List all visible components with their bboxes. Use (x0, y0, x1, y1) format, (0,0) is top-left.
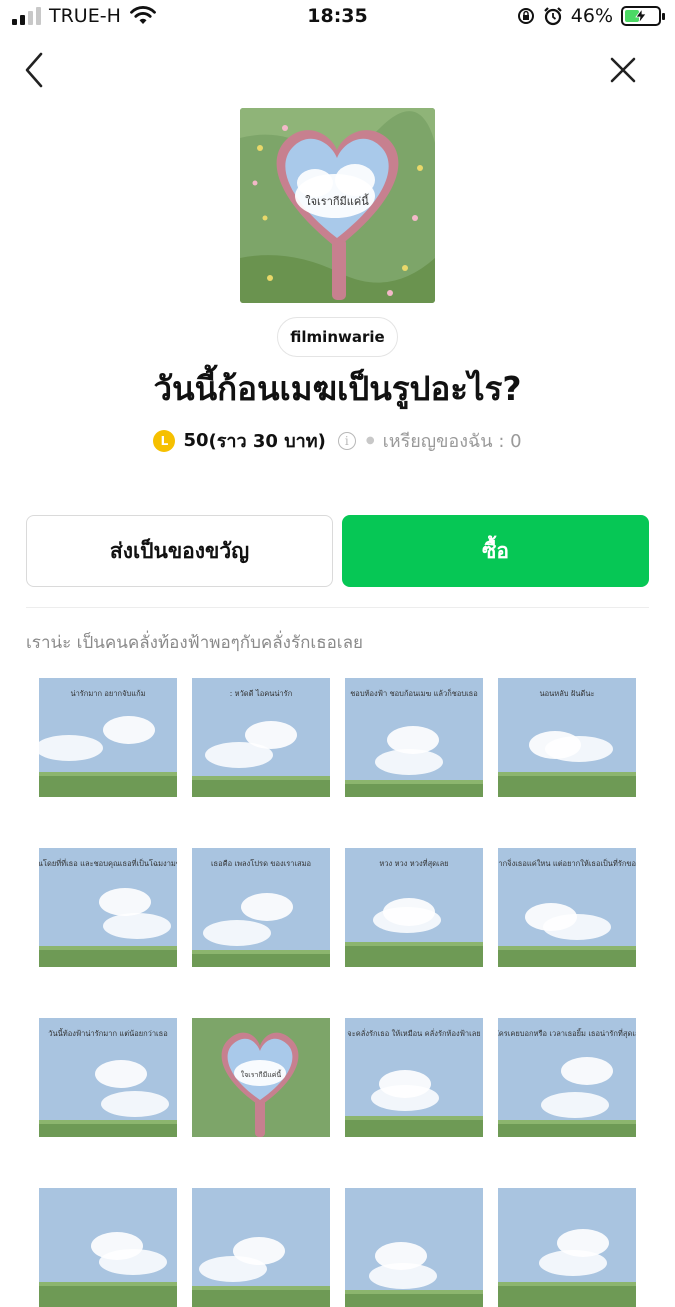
sticker-item[interactable]: ชอบท้องฟ้า ชอบก้อนเมฆ แล้วก็ชอบเธอ (345, 678, 483, 797)
price-value: 50 (183, 430, 209, 451)
close-button[interactable] (603, 50, 643, 90)
orientation-lock-icon (517, 8, 534, 24)
sticker-caption: : หวัดดี ไอคนน่ารัก (230, 689, 293, 698)
sticker-item[interactable] (39, 1188, 177, 1307)
buy-button[interactable]: ซื้อ (342, 515, 649, 587)
sticker-item[interactable] (345, 1188, 483, 1307)
sticker-caption: วันนี้ท้องฟ้าน่ารักมาก แต่น้อยกว่าเธอ (48, 1028, 167, 1038)
price-baht: (ราว 30 บาท) (208, 431, 326, 452)
sticker-item[interactable]: วันนี้ท้องฟ้าน่ารักมาก แต่น้อยกว่าเธอ (39, 1018, 177, 1137)
send-gift-button[interactable]: ส่งเป็นของขวัญ (26, 515, 333, 587)
chevron-left-icon (25, 52, 43, 88)
sticker-item[interactable]: ชอบคุณโดยที่ที่เธอ และชอบคุณเธอที่เป็นโฉ… (39, 848, 177, 967)
sticker-caption: มีใครเคยบอกหรือ เวลาเธอยิ้ม เธอน่ารักที่… (498, 1028, 636, 1038)
sticker-item[interactable]: จะคลั่งรักเธอ ให้เหมือน คลั่งรักท้องฟ้าเ… (345, 1018, 483, 1137)
product-description: เราน่ะ เป็นคนคลั่งท้องฟ้าพอๆกับคลั่งรักเ… (26, 633, 363, 653)
alarm-icon (543, 7, 562, 26)
sticker-item[interactable]: ใจเรากีมีแค่นี้ (192, 1018, 330, 1137)
sticker-caption: ชอบท้องฟ้า ชอบก้อนเมฆ แล้วก็ชอบเธอ (350, 688, 478, 698)
close-icon (610, 57, 636, 83)
sticker-item[interactable]: ถึงวันเราอยากจิ่งเธอแค่ใหน แต่อยากให้เธอ… (498, 848, 636, 967)
product-title: วันนี้ก้อนเมฆเป็นรูปอะไร? (153, 369, 522, 408)
sticker-item[interactable] (498, 1188, 636, 1307)
info-icon[interactable]: i (337, 431, 356, 450)
sticker-caption: ถึงวันเราอยากจิ่งเธอแค่ใหน แต่อยากให้เธอ… (498, 858, 636, 868)
sticker-caption: น่ารักมาก อยากจับแก้ม (70, 689, 145, 698)
sticker-item[interactable]: นอนหลับ ฝันดีนะ (498, 678, 636, 797)
sticker-caption: จะคลั่งรักเธอ ให้เหมือน คลั่งรักท้องฟ้าเ… (347, 1028, 480, 1038)
separator-dot: ● (365, 435, 375, 446)
my-coins-label: เหรียญของฉัน : 0 (382, 431, 522, 452)
divider (26, 607, 649, 608)
sticker-caption: เธอคือ เพลงโปรด ของเราเสมอ (211, 859, 311, 868)
sticker-item[interactable]: หวง หวง หวงที่สุดเลย (345, 848, 483, 967)
sticker-caption: ชอบคุณโดยที่ที่เธอ และชอบคุณเธอที่เป็นโฉ… (39, 858, 177, 868)
price-row: L 50 (ราว 30 บาท) i ● เหรียญของฉัน : 0 (0, 426, 675, 455)
battery-charging-icon (621, 6, 665, 26)
sticker-item[interactable] (192, 1188, 330, 1307)
sticker-caption: หวง หวง หวงที่สุดเลย (379, 858, 448, 868)
author-badge[interactable]: filminwarie (277, 317, 398, 357)
sticker-caption: นอนหลับ ฝันดีนะ (540, 689, 595, 698)
battery-percent: 46% (570, 5, 613, 27)
sticker-item[interactable]: : หวัดดี ไอคนน่ารัก (192, 678, 330, 797)
sticker-item[interactable]: น่ารักมาก อยากจับแก้ม (39, 678, 177, 797)
hero-sticker-image: ใจเรากีมีแค่นี้ (240, 108, 435, 303)
sticker-item[interactable]: เธอคือ เพลงโปรด ของเราเสมอ (192, 848, 330, 967)
status-bar: TRUE-H 18:35 46% (0, 0, 675, 36)
back-button[interactable] (13, 50, 53, 90)
sticker-item[interactable]: มีใครเคยบอกหรือ เวลาเธอยิ้ม เธอน่ารักที่… (498, 1018, 636, 1137)
svg-text:ใจเรากีมีแค่นี้: ใจเรากีมีแค่นี้ (305, 193, 369, 208)
coin-icon: L (153, 429, 176, 452)
